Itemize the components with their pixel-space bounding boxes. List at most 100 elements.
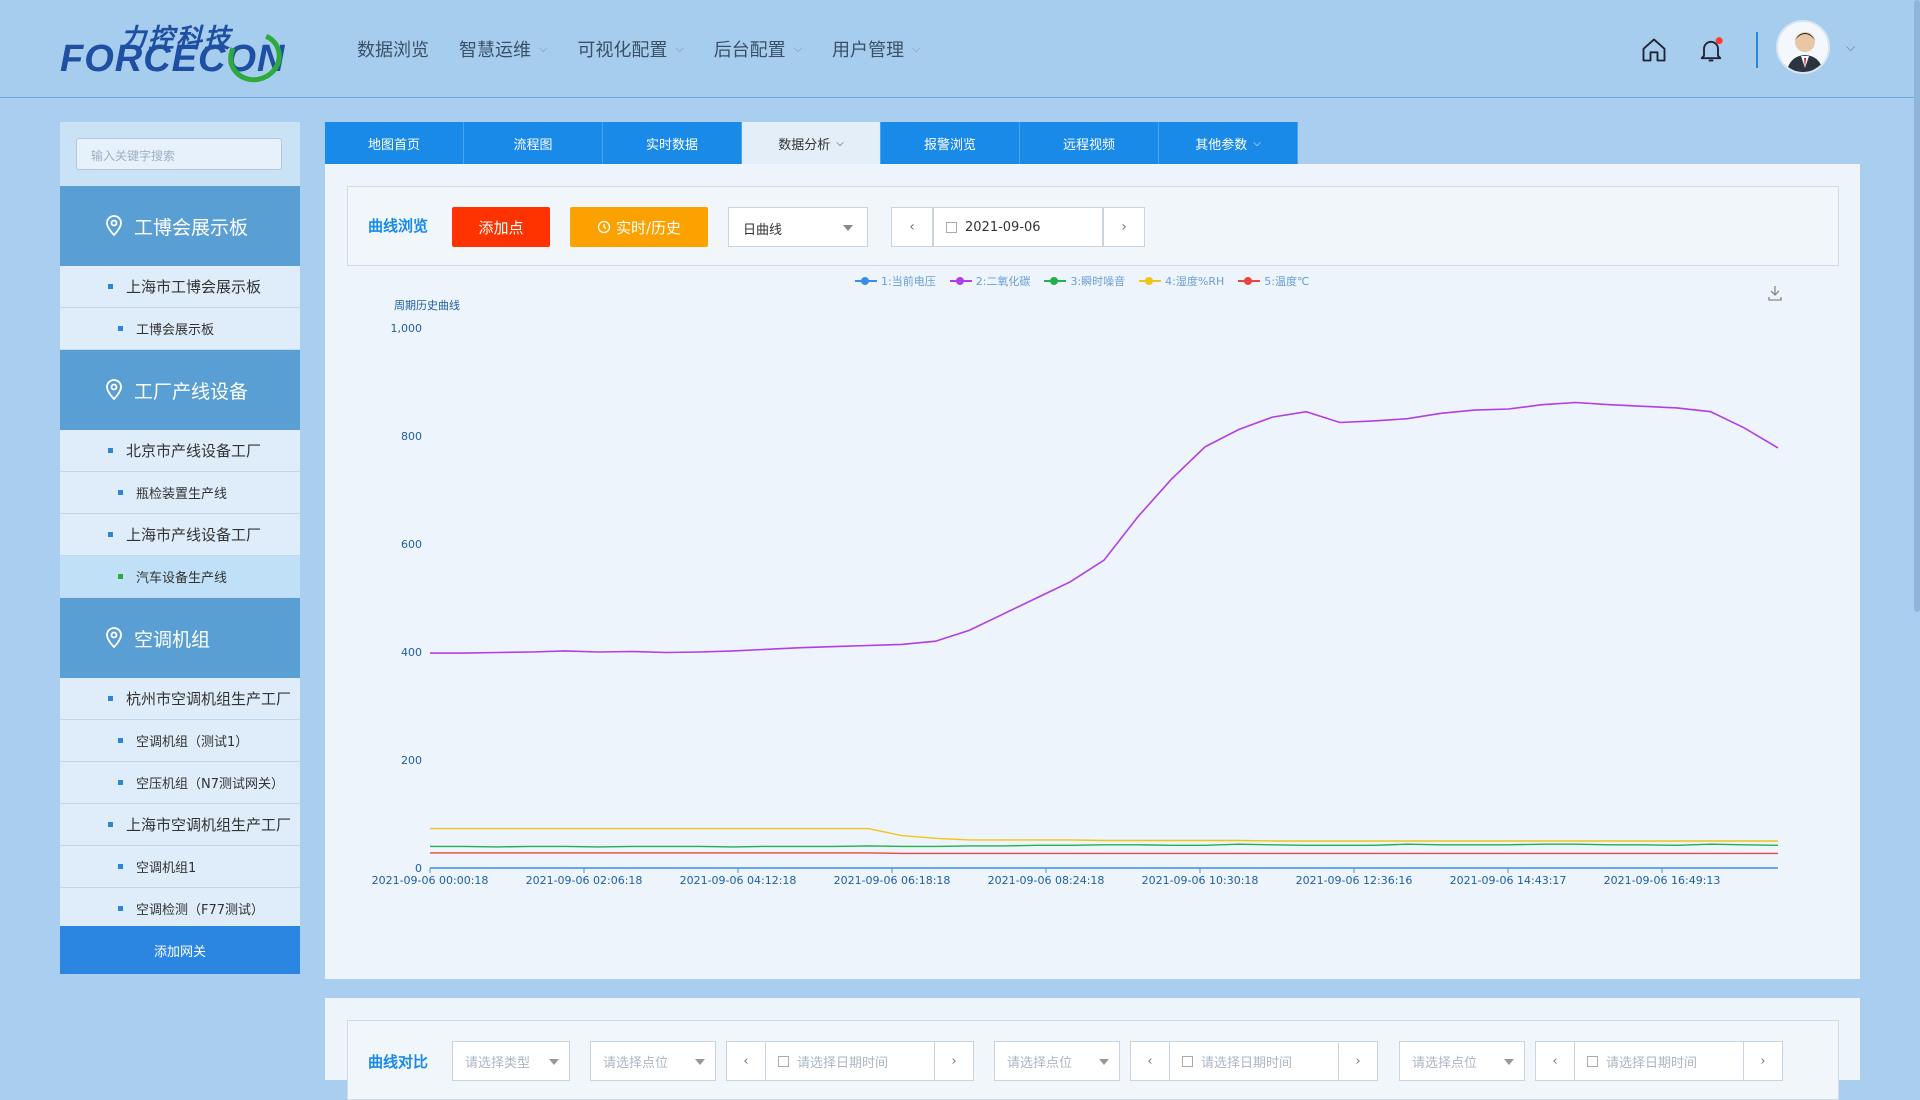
legend-item-humidity[interactable]: 4:湿度%RH (1139, 273, 1224, 289)
tree-item-ac-unit1[interactable]: 空调机组1 (60, 846, 300, 888)
curve-type-select[interactable]: 日曲线 (728, 207, 868, 247)
compare-prev-2[interactable]: ‹ (1130, 1041, 1170, 1081)
tree-item-auto-line[interactable]: 汽车设备生产线 (60, 556, 300, 598)
dropdown-arrow-icon (695, 1059, 705, 1065)
page-scrollbar[interactable] (1914, 0, 1920, 612)
tab-other-params[interactable]: 其他参数 ⌵ (1159, 122, 1298, 164)
tree-item-label: 工博会展示板 (136, 323, 215, 338)
tree-item-beijing-factory[interactable]: 北京市产线设备工厂 (60, 430, 300, 472)
download-icon[interactable] (1766, 284, 1784, 302)
compare-datetime-3[interactable]: 请选择日期时间 (1574, 1041, 1744, 1081)
tree-item-bottle-line[interactable]: 瓶检装置生产线 (60, 472, 300, 514)
date-value: 2021-09-06 (965, 219, 1041, 235)
tree-item-hangzhou-ac[interactable]: 杭州市空调机组生产工厂 (60, 678, 300, 720)
legend-marker (1139, 277, 1162, 285)
legend-marker (855, 277, 877, 285)
tree-item-label: 北京市产线设备工厂 (126, 442, 262, 460)
legend-label: 1:当前电压 (881, 275, 936, 288)
tree-item-label: 空压机组（N7测试网关） (136, 777, 284, 792)
compare-prev-3[interactable]: ‹ (1535, 1041, 1575, 1081)
legend-item-voltage[interactable]: 1:当前电压 (855, 273, 936, 289)
add-point-button[interactable]: 添加点 (452, 207, 550, 247)
compare-next-3[interactable]: › (1743, 1041, 1783, 1081)
tree-item-compressor[interactable]: 空压机组（N7测试网关） (60, 762, 300, 804)
legend-item-temperature[interactable]: 5:温度℃ (1238, 273, 1309, 289)
realtime-history-button[interactable]: 实时/历史 (570, 207, 708, 247)
location-pin-icon (106, 379, 122, 401)
placeholder-text: 请选择类型 (465, 1055, 531, 1071)
date-picker[interactable]: 2021-09-06 (933, 207, 1103, 247)
placeholder-text: 请选择日期时间 (1201, 1055, 1293, 1071)
calendar-icon (1587, 1055, 1598, 1067)
placeholder-text: 请选择点位 (603, 1055, 669, 1071)
compare-point-select-3[interactable]: 请选择点位 (1399, 1041, 1525, 1081)
tab-flowchart[interactable]: 流程图 (464, 122, 603, 164)
next-date-button[interactable]: › (1103, 207, 1145, 247)
legend-label: 3:瞬时噪音 (1070, 275, 1126, 288)
compare-type-select[interactable]: 请选择类型 (452, 1041, 570, 1081)
tree-item-shanghai-expo[interactable]: 上海市工博会展示板 (60, 266, 300, 308)
forcecon-logo[interactable]: 力控科技 FORCECON (58, 18, 290, 90)
dropdown-arrow-icon (1504, 1059, 1514, 1065)
tree-item-ac-test1[interactable]: 空调机组（测试1） (60, 720, 300, 762)
chevron-down-icon: ⌵ (836, 137, 844, 149)
top-header: 力控科技 FORCECON 数据浏览 智慧运维 ⌵ 可视化配置 ⌵ 后台配置 ⌵ 用户… (0, 0, 1920, 98)
realtime-history-label: 实时/历史 (615, 218, 682, 237)
chevron-down-icon: ⌵ (793, 42, 803, 55)
compare-point-select-1[interactable]: 请选择点位 (590, 1041, 716, 1081)
curve-toolbar: 曲线浏览 添加点 实时/历史 日曲线 ‹ 2021-09-06 › (347, 186, 1839, 266)
module-tabs: 地图首页 流程图 实时数据 数据分析 ⌵ 报警浏览 远程视频 其他参数 ⌵ (325, 122, 1298, 164)
nav-label: 智慧运维 (459, 40, 531, 61)
tree-item-label: 上海市工博会展示板 (126, 278, 262, 296)
add-gateway-button[interactable]: 添加网关 (60, 926, 300, 974)
tab-realtime-data[interactable]: 实时数据 (603, 122, 742, 164)
avatar[interactable] (1776, 20, 1830, 74)
nav-user-mgmt[interactable]: 用户管理 ⌵ (832, 36, 920, 62)
tree-item-shanghai-ac[interactable]: 上海市空调机组生产工厂 (60, 804, 300, 846)
legend-label: 2:二氧化碳 (975, 275, 1031, 288)
user-avatar-icon (1786, 32, 1824, 72)
chevron-down-icon: ⌵ (912, 42, 921, 55)
nav-backend-config[interactable]: 后台配置 ⌵ (714, 36, 802, 62)
group-ac-unit[interactable]: 空调机组 (60, 598, 300, 678)
tab-map-home[interactable]: 地图首页 (325, 122, 464, 164)
tree-item-expo-board[interactable]: 工博会展示板 (60, 308, 300, 350)
compare-prev-1[interactable]: ‹ (726, 1041, 766, 1081)
group-expo-board[interactable]: 工博会展示板 (60, 186, 300, 266)
tree-item-shanghai-factory[interactable]: 上海市产线设备工厂 (60, 514, 300, 556)
legend-label: 4:湿度%RH (1165, 275, 1225, 288)
chevron-down-icon: ⌵ (539, 42, 548, 55)
location-pin-icon (106, 627, 122, 649)
calendar-icon (778, 1055, 789, 1067)
compare-datetime-1[interactable]: 请选择日期时间 (765, 1041, 935, 1081)
curve-type-value: 日曲线 (743, 223, 783, 238)
prev-date-button[interactable]: ‹ (891, 207, 933, 247)
chevron-down-icon[interactable]: ⌵ (1846, 40, 1855, 55)
legend-label: 5:温度℃ (1264, 275, 1310, 288)
tree-item-label: 汽车设备生产线 (136, 571, 228, 586)
tree-item-ac-check[interactable]: 空调检测（F77测试） (60, 888, 300, 930)
home-icon[interactable] (1640, 36, 1668, 64)
bell-icon[interactable] (1697, 36, 1725, 64)
legend-item-noise[interactable]: 3:瞬时噪音 (1044, 273, 1125, 289)
nav-data-browse[interactable]: 数据浏览 (357, 36, 429, 62)
header-divider (1756, 32, 1758, 68)
compare-next-1[interactable]: › (934, 1041, 974, 1081)
dropdown-arrow-icon (843, 225, 853, 231)
tab-data-analysis[interactable]: 数据分析 ⌵ (742, 122, 881, 164)
tab-alarm-browse[interactable]: 报警浏览 (881, 122, 1020, 164)
tree-item-label: 瓶检装置生产线 (136, 487, 228, 502)
search-input[interactable]: 输入关键字搜索 (76, 138, 282, 170)
tab-remote-video[interactable]: 远程视频 (1020, 122, 1159, 164)
tab-label: 其他参数 (1195, 137, 1248, 153)
compare-point-select-2[interactable]: 请选择点位 (994, 1041, 1120, 1081)
legend-item-co2[interactable]: 2:二氧化碳 (949, 273, 1031, 289)
tab-label: 数据分析 (778, 137, 831, 153)
nav-visual-config[interactable]: 可视化配置 ⌵ (577, 36, 683, 62)
calendar-icon (946, 221, 957, 233)
nav-smart-ops[interactable]: 智慧运维 ⌵ (459, 36, 547, 62)
compare-next-2[interactable]: › (1338, 1041, 1378, 1081)
tab-label: 报警浏览 (923, 137, 976, 153)
compare-datetime-2[interactable]: 请选择日期时间 (1169, 1041, 1339, 1081)
group-factory-line[interactable]: 工厂产线设备 (60, 350, 300, 430)
